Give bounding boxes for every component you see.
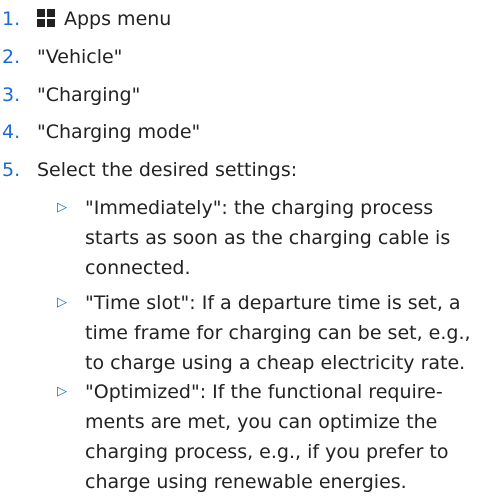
bullet-line: connected.	[85, 257, 191, 279]
bullet-line: "Immediately": the charging process	[85, 197, 434, 219]
triangle-bullet-icon: ▷	[57, 295, 67, 310]
bullet-line: charging process, e.g., if you prefer to	[85, 441, 449, 463]
apps-grid-icon	[37, 9, 55, 27]
bullet-line: "Time slot": If a departure time is set,…	[85, 292, 461, 314]
triangle-bullet-icon: ▷	[57, 200, 67, 215]
step-label: "Vehicle"	[37, 46, 123, 68]
bullet-line: ments are met, you can optimize the	[85, 411, 438, 433]
triangle-bullet-icon: ▷	[57, 384, 67, 399]
step-number: 1.	[2, 8, 21, 30]
bullet-text: "Immediately": the charging process star…	[85, 193, 480, 283]
bullet-text: "Time slot": If a departure time is set,…	[85, 288, 480, 378]
step-label: Apps menu	[64, 8, 172, 30]
bullet-line: time frame for charging can be set, e.g.…	[85, 322, 471, 344]
bullet-line: to charge using a cheap electricity rate…	[85, 352, 466, 374]
step-number: 5.	[2, 159, 21, 181]
step-label: Select the desired settings:	[37, 159, 298, 181]
step-label: "Charging mode"	[37, 121, 201, 143]
bullet-line: charge using renewable energies.	[85, 471, 407, 493]
bullet-text: "Optimized": If the functional require- …	[85, 377, 480, 497]
step-text: Apps menu	[37, 4, 171, 34]
bullet-line: starts as soon as the charging cable is	[85, 227, 451, 249]
step-label: "Charging"	[37, 84, 141, 106]
step-number: 3.	[2, 84, 21, 106]
bullet-line: "Optimized": If the functional require-	[85, 381, 443, 403]
step-number: 2.	[2, 46, 21, 68]
instruction-page: 1. Apps menu 2. "Vehicle" 3. "Charging" …	[0, 0, 487, 497]
step-number: 4.	[2, 121, 21, 143]
